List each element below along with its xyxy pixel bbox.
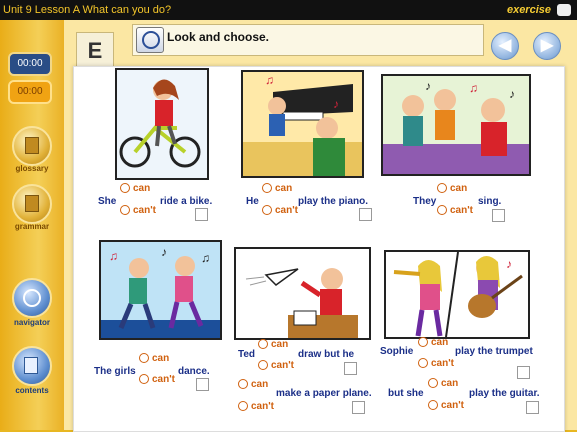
item6-sentence-second: but she xyxy=(388,388,424,399)
item1-check-box[interactable] xyxy=(195,208,208,221)
arrow-left-icon: ◀ xyxy=(498,37,512,54)
radio-icon xyxy=(258,339,268,350)
item5-option-can[interactable]: can xyxy=(258,339,288,350)
next-button[interactable]: ▶ xyxy=(533,32,561,60)
item2-check-box[interactable] xyxy=(359,208,372,221)
speaker-icon xyxy=(142,31,160,49)
item5-sentence-middle: draw but he xyxy=(298,349,355,360)
radio-icon xyxy=(437,205,447,216)
item6-option2-cant[interactable]: can't xyxy=(428,400,464,411)
item2-option-cant[interactable]: can't xyxy=(262,205,298,216)
instruction-text: Look and choose. xyxy=(167,30,270,44)
grammar-button[interactable] xyxy=(12,184,52,224)
item2-sentence-start: He xyxy=(246,196,259,207)
radio-icon xyxy=(428,378,438,389)
item4-sentence-end: dance. xyxy=(178,366,210,377)
svg-text:♪: ♪ xyxy=(425,79,431,93)
svg-text:♪: ♪ xyxy=(509,87,515,101)
trumpet-guitar-picture: ♪ xyxy=(384,250,530,339)
svg-text:♪: ♪ xyxy=(333,97,339,111)
grammar-book-icon xyxy=(25,195,39,212)
section-letter: E xyxy=(76,32,114,70)
item4-sentence-start: The girls xyxy=(94,366,136,377)
radio-icon xyxy=(139,374,149,385)
item1-sentence-end: ride a bike. xyxy=(160,196,213,207)
contents-page-icon xyxy=(24,357,38,374)
item6-sentence-middle: play the trumpet xyxy=(455,346,533,357)
grammar-label: grammar xyxy=(14,222,50,231)
item5-option2-can[interactable]: can xyxy=(238,379,268,390)
exercise-label: exercise xyxy=(506,4,551,16)
contents-label: contents xyxy=(15,386,49,395)
exercise-icon xyxy=(557,4,571,16)
singing-picture: ♪ ♫ ♪ xyxy=(381,74,531,176)
bike-picture xyxy=(115,68,209,180)
item2-option-can[interactable]: can xyxy=(262,183,292,194)
arrow-right-icon: ▶ xyxy=(540,37,554,54)
svg-text:♪: ♪ xyxy=(506,257,512,271)
compass-icon xyxy=(23,289,41,307)
window-title: Unit 9 Lesson A What can you do? xyxy=(3,4,172,16)
radio-icon xyxy=(120,205,130,216)
svg-text:♫: ♫ xyxy=(109,249,118,263)
paper-plane-picture xyxy=(234,247,371,340)
timer-display-1: 00:00 xyxy=(8,52,52,76)
item5-check-box-1[interactable] xyxy=(344,362,357,375)
navigator-button[interactable] xyxy=(12,278,52,318)
svg-text:♪: ♪ xyxy=(161,245,167,259)
glossary-label: glossary xyxy=(15,164,49,173)
audio-button[interactable] xyxy=(136,27,164,53)
navigator-label: navigator xyxy=(13,318,50,327)
item5-sentence-start: Ted xyxy=(238,349,256,360)
item2-sentence-end: play the piano. xyxy=(298,196,369,207)
item5-option2-cant[interactable]: can't xyxy=(238,401,274,412)
radio-icon xyxy=(238,401,248,412)
svg-text:♫: ♫ xyxy=(469,81,478,95)
piano-picture: ♫ ♪ xyxy=(241,70,364,178)
item5-option-cant[interactable]: can't xyxy=(258,360,294,371)
item3-sentence-end: sing. xyxy=(478,196,502,207)
svg-text:♫: ♫ xyxy=(201,251,210,265)
item3-option-can[interactable]: can xyxy=(437,183,467,194)
book-icon xyxy=(25,137,39,154)
dancing-picture: ♫ ♪ ♫ xyxy=(99,240,222,340)
title-bar: Unit 9 Lesson A What can you do? exercis… xyxy=(0,0,577,20)
item6-option-can[interactable]: can xyxy=(418,337,448,348)
contents-button[interactable] xyxy=(12,346,52,386)
item3-check-box[interactable] xyxy=(492,209,505,222)
item6-sentence-start: Sophie xyxy=(380,346,414,357)
item1-option-can[interactable]: can xyxy=(120,183,150,194)
radio-icon xyxy=(139,353,149,364)
item6-check-box-2[interactable] xyxy=(526,401,539,414)
radio-icon xyxy=(262,205,272,216)
item5-sentence-end: make a paper plane. xyxy=(276,388,372,399)
item4-check-box[interactable] xyxy=(196,378,209,391)
svg-text:♫: ♫ xyxy=(265,73,274,87)
radio-icon xyxy=(258,360,268,371)
item6-option2-can[interactable]: can xyxy=(428,378,458,389)
radio-icon xyxy=(437,183,447,194)
previous-button[interactable]: ◀ xyxy=(491,32,519,60)
radio-icon xyxy=(418,358,428,369)
glossary-button[interactable] xyxy=(12,126,52,166)
item1-option-cant[interactable]: can't xyxy=(120,205,156,216)
item1-sentence-start: She xyxy=(98,196,117,207)
item4-option-cant[interactable]: can't xyxy=(139,374,175,385)
radio-icon xyxy=(120,183,130,194)
radio-icon xyxy=(428,400,438,411)
radio-icon xyxy=(262,183,272,194)
item3-option-cant[interactable]: can't xyxy=(437,205,473,216)
item6-sentence-end: play the guitar. xyxy=(469,388,540,399)
item4-option-can[interactable]: can xyxy=(139,353,169,364)
item6-check-box-1[interactable] xyxy=(517,366,530,379)
item3-sentence-start: They xyxy=(413,196,437,207)
timer-display-2: 00:00 xyxy=(8,80,52,104)
radio-icon xyxy=(238,379,248,390)
radio-icon xyxy=(418,337,428,348)
item5-check-box-2[interactable] xyxy=(352,401,365,414)
item6-option-cant[interactable]: can't xyxy=(418,358,454,369)
